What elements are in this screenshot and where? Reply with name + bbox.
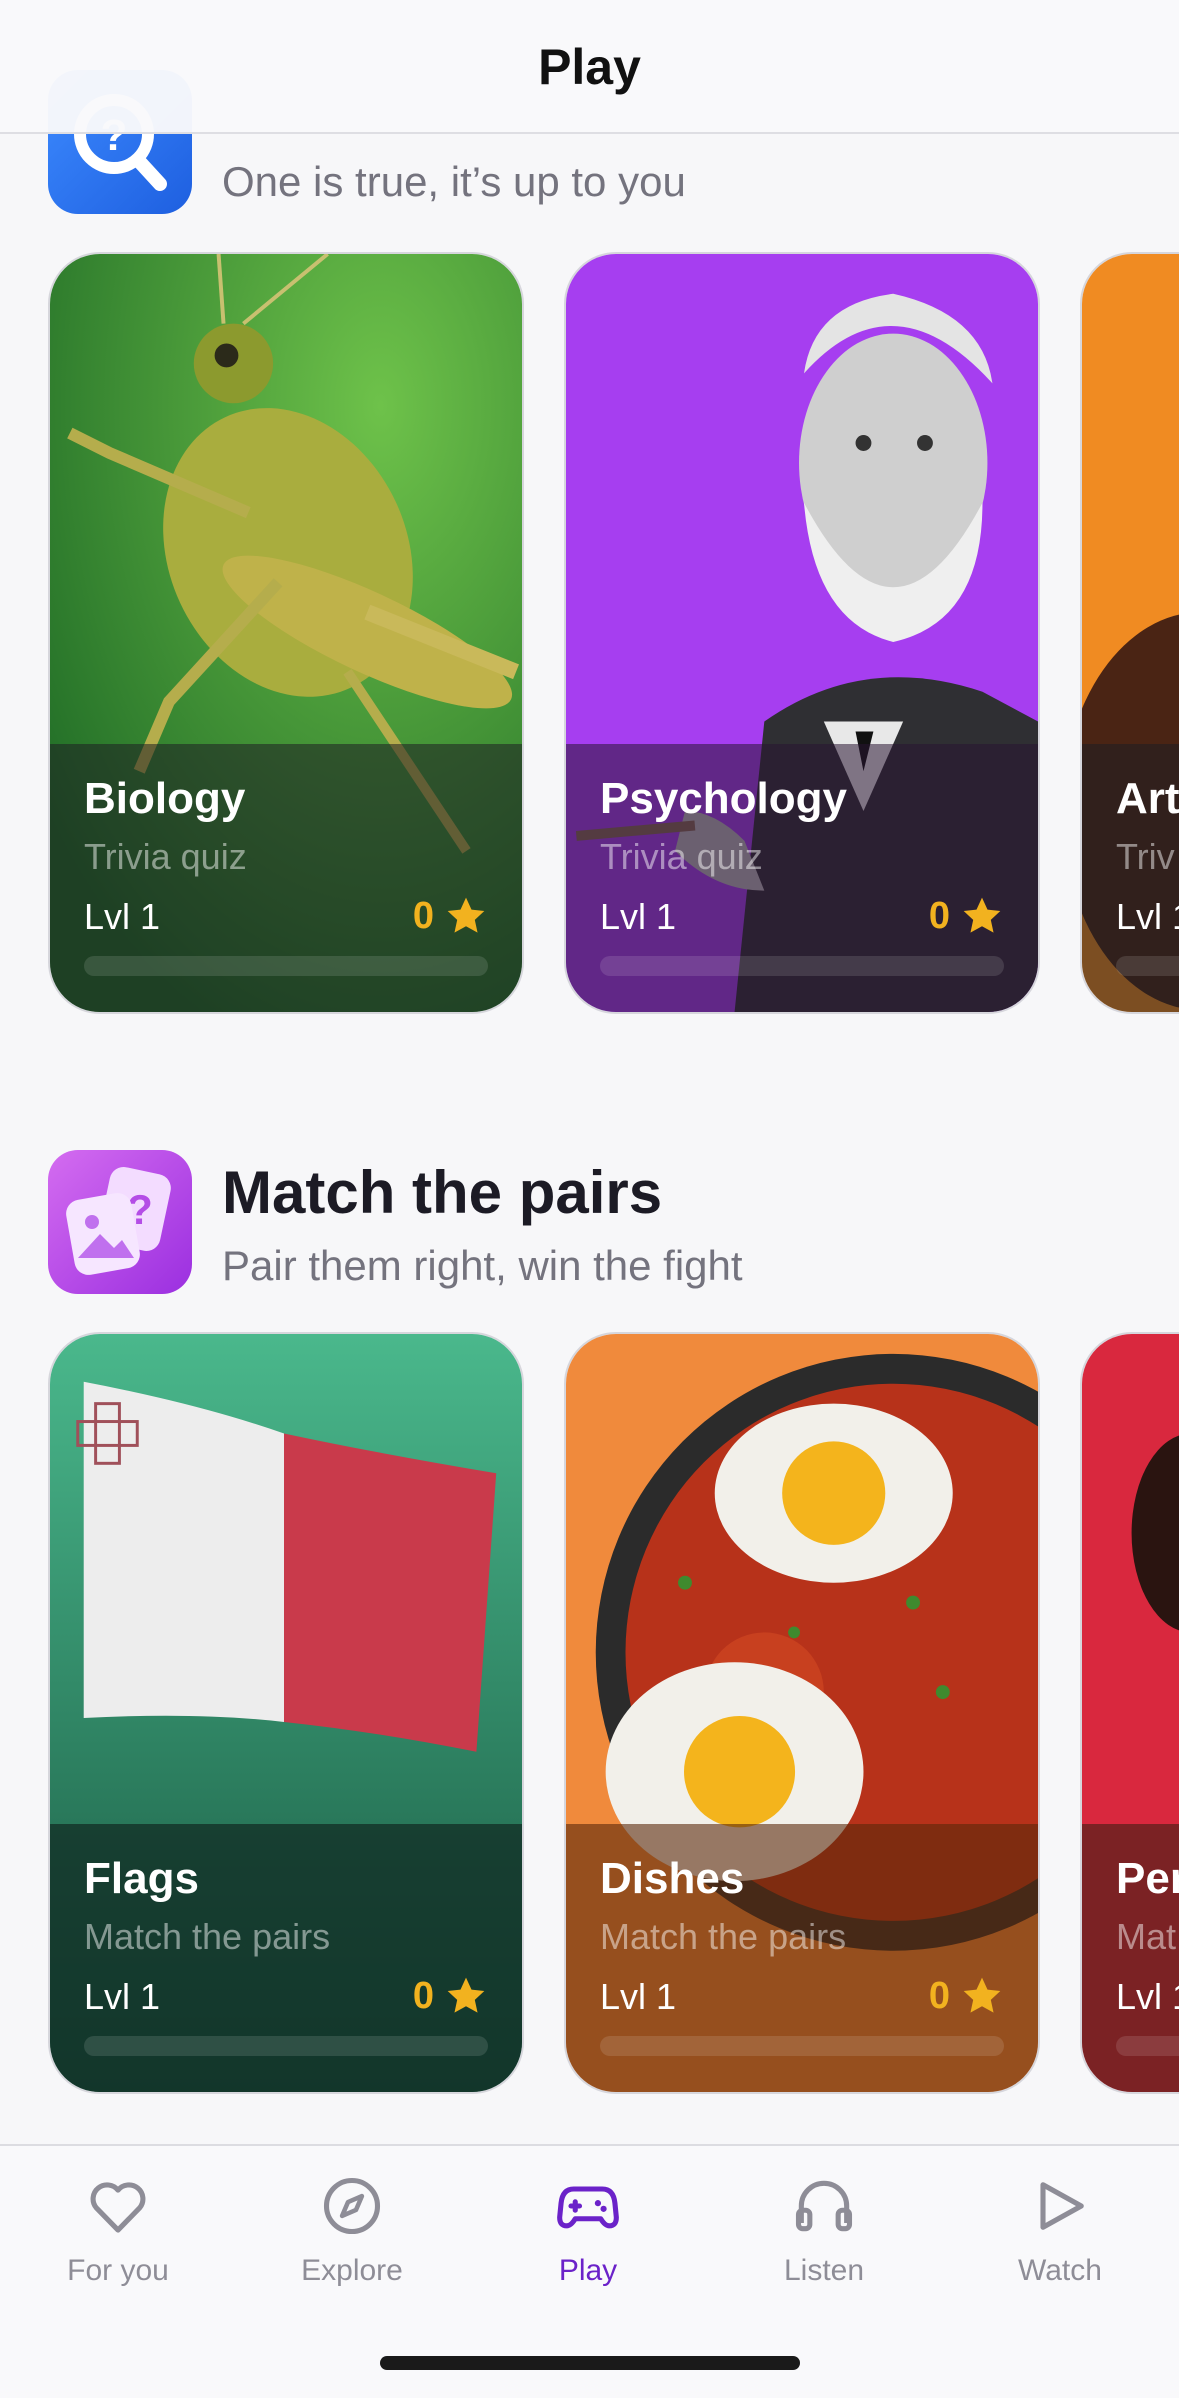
card-info-panel: Per Mat Lvl 1 — [1082, 1824, 1179, 2092]
card-info-panel: Flags Match the pairs Lvl 1 0 — [50, 1824, 522, 2092]
tab-play[interactable]: Play — [488, 2146, 688, 2316]
level-progress-bar — [1116, 956, 1179, 976]
card-level: Lvl 1 — [84, 896, 161, 937]
section-subtitle: Pair them right, win the fight — [222, 1242, 743, 1289]
card-info-panel: Art Triv Lvl 1 — [1082, 744, 1179, 1012]
level-progress-bar — [600, 956, 1004, 976]
card-star-score: 0 — [929, 1974, 1004, 2018]
card-psychology[interactable]: Psychology Trivia quiz Lvl 1 0 — [564, 252, 1040, 1014]
star-icon — [447, 1977, 485, 2013]
play-triangle-icon — [1040, 2182, 1084, 2230]
heart-icon — [90, 2182, 146, 2233]
card-title: Biology — [84, 774, 246, 823]
card-subtitle: Triv — [1116, 836, 1175, 877]
tab-for-you[interactable]: For you — [18, 2146, 218, 2316]
trivia-card-row[interactable]: Biology Trivia quiz Lvl 1 0 Psychology T… — [48, 252, 1179, 1018]
match-pairs-card-row[interactable]: Flags Match the pairs Lvl 1 0 Dishes Mat… — [48, 1332, 1179, 2098]
home-indicator — [380, 2356, 800, 2370]
level-progress-bar — [84, 956, 488, 976]
tab-label: Listen — [783, 2254, 865, 2287]
level-progress-bar — [84, 2036, 488, 2056]
section-subtitle: One is true, it’s up to you — [222, 158, 686, 205]
card-level: Lvl 1 — [1116, 1976, 1179, 2017]
card-subtitle: Match the pairs — [84, 1916, 331, 1957]
card-star-score: 0 — [929, 894, 1004, 938]
tab-label: Play — [558, 2254, 618, 2287]
card-title: Dishes — [600, 1854, 745, 1903]
tab-watch[interactable]: Watch — [960, 2146, 1160, 2316]
level-progress-bar — [1116, 2036, 1179, 2056]
card-star-score: 0 — [413, 1974, 488, 2018]
card-subtitle: Trivia quiz — [600, 836, 763, 877]
card-level: Lvl 1 — [600, 896, 677, 937]
page-title: Play — [538, 39, 641, 95]
tab-label: For you — [67, 2254, 169, 2287]
card-info-panel: Biology Trivia quiz Lvl 1 0 — [50, 744, 522, 1012]
card-people[interactable]: Per Mat Lvl 1 — [1080, 1332, 1179, 2094]
card-biology[interactable]: Biology Trivia quiz Lvl 1 0 — [48, 252, 524, 1014]
star-icon — [447, 897, 485, 933]
card-level: Lvl 1 — [1116, 896, 1179, 937]
tab-listen[interactable]: Listen — [724, 2146, 924, 2316]
card-subtitle: Match the pairs — [600, 1916, 847, 1957]
star-icon — [963, 1977, 1001, 2013]
level-progress-bar — [600, 2036, 1004, 2056]
star-count: 0 — [928, 1974, 950, 2017]
card-star-score: 0 — [413, 894, 488, 938]
star-count: 0 — [412, 1974, 434, 2017]
card-art[interactable]: Art Triv Lvl 1 — [1080, 252, 1179, 1014]
card-subtitle: Mat — [1116, 1916, 1177, 1957]
star-icon — [963, 897, 1001, 933]
section-title: Match the pairs — [222, 1159, 663, 1226]
card-title: Per — [1116, 1854, 1179, 1903]
compass-icon — [323, 2177, 381, 2235]
headphones-icon — [795, 2180, 853, 2232]
card-level: Lvl 1 — [600, 1976, 677, 2017]
card-flags[interactable]: Flags Match the pairs Lvl 1 0 — [48, 1332, 524, 2094]
image-pairs-icon: ? — [48, 1150, 192, 1294]
star-count: 0 — [928, 894, 950, 937]
tab-explore[interactable]: Explore — [252, 2146, 452, 2316]
gamepad-icon — [557, 2186, 619, 2229]
top-bar: Play — [0, 0, 1179, 134]
star-count: 0 — [412, 894, 434, 937]
card-info-panel: Psychology Trivia quiz Lvl 1 0 — [566, 744, 1038, 1012]
tab-label: Watch — [1018, 2254, 1102, 2287]
card-level: Lvl 1 — [84, 1976, 161, 2017]
card-info-panel: Dishes Match the pairs Lvl 1 0 — [566, 1824, 1038, 2092]
card-title: Psychology — [600, 774, 847, 823]
card-subtitle: Trivia quiz — [84, 836, 247, 877]
tab-label: Explore — [301, 2254, 403, 2287]
card-dishes[interactable]: Dishes Match the pairs Lvl 1 0 — [564, 1332, 1040, 2094]
card-title: Art — [1116, 774, 1179, 823]
card-title: Flags — [84, 1854, 199, 1903]
section-header-match-pairs: ? Match the pairs Pair them right, win t… — [48, 1150, 1148, 1296]
